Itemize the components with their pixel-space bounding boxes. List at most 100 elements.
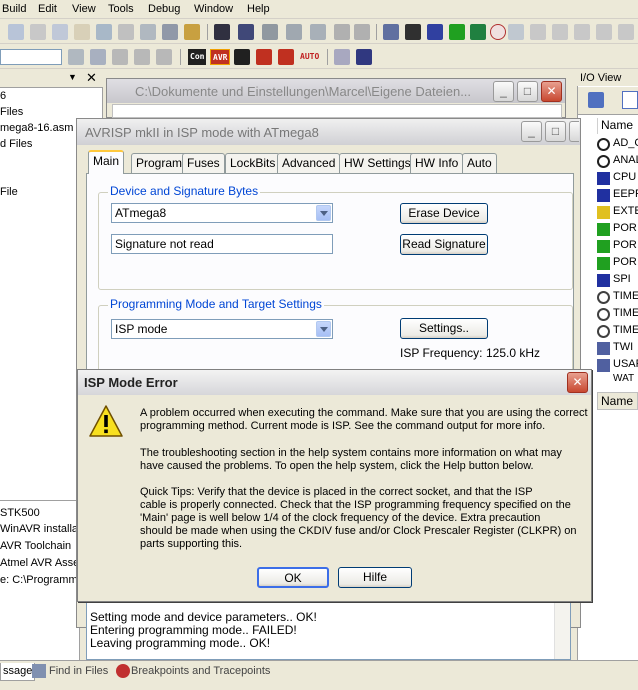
io-details-header[interactable]: Name [597, 392, 638, 410]
tab-main[interactable]: Main [88, 150, 125, 174]
maximize-button[interactable]: □ [517, 81, 538, 102]
minimize-button[interactable]: _ [521, 121, 542, 142]
help-button[interactable]: Hilfe [338, 567, 412, 588]
list-item[interactable]: STK500 [0, 507, 40, 519]
close-button[interactable] [569, 121, 579, 142]
menu-debug[interactable]: Debug [148, 3, 180, 15]
io-item[interactable]: TIME [613, 324, 638, 336]
step-out-icon[interactable] [596, 24, 612, 40]
undo-icon[interactable] [8, 24, 24, 40]
run-icon[interactable] [508, 24, 524, 40]
minimize-button[interactable]: _ [493, 81, 514, 102]
list-item[interactable]: AVR Toolchain [0, 540, 71, 552]
io-column-header[interactable]: Name [597, 118, 638, 134]
step-icon[interactable] [552, 24, 568, 40]
break-icon[interactable] [530, 24, 546, 40]
bookmark-clear-icon[interactable] [310, 24, 326, 40]
io-item[interactable]: POR [613, 222, 637, 234]
stop-icon[interactable] [490, 24, 506, 40]
bookmark-icon[interactable] [238, 24, 254, 40]
io-item[interactable]: EEPR [613, 188, 638, 200]
io-item[interactable]: TIME [613, 290, 638, 302]
tree-item[interactable]: Files [0, 106, 23, 118]
tree-item[interactable]: File [0, 186, 18, 198]
binoculars-icon[interactable] [214, 24, 230, 40]
io-item[interactable]: TIME [613, 307, 638, 319]
tab-auto[interactable]: Auto [462, 153, 497, 173]
io-view-mode-icon[interactable] [622, 91, 638, 109]
folder-icon[interactable] [184, 24, 200, 40]
tab-breakpoints[interactable]: Breakpoints and Tracepoints [131, 665, 271, 677]
green-probe-icon[interactable] [449, 24, 465, 40]
close-icon[interactable]: ✕ [86, 70, 97, 86]
io-item[interactable]: USAR [613, 358, 638, 370]
io-item[interactable]: ANAL [613, 154, 638, 166]
list-item[interactable]: Atmel AVR Asse [0, 557, 79, 569]
tree-item[interactable]: mega8-16.asm [0, 122, 73, 134]
build-icon[interactable] [140, 24, 156, 40]
tab-program[interactable]: Program [131, 153, 188, 173]
tree-item[interactable]: 6 [0, 90, 6, 102]
oscilloscope-icon[interactable] [470, 24, 486, 40]
read-signature-button[interactable]: Read Signature [400, 234, 488, 255]
paste-icon[interactable] [74, 24, 90, 40]
battery-icon[interactable] [427, 24, 443, 40]
tab-hw-settings[interactable]: HW Settings [339, 153, 416, 173]
io-item[interactable]: SPI [613, 273, 631, 285]
menu-view[interactable]: View [72, 3, 96, 15]
chevron-down-icon[interactable]: ▼ [68, 72, 77, 82]
chevron-down-icon[interactable] [316, 321, 331, 337]
erase-device-button[interactable]: Erase Device [400, 203, 488, 224]
tools-icon[interactable] [405, 24, 421, 40]
mode-select[interactable]: ISP mode [111, 319, 333, 339]
signature-field[interactable]: Signature not read [111, 234, 333, 254]
menu-edit[interactable]: Edit [38, 3, 57, 15]
chip-icon[interactable] [383, 24, 399, 40]
download-icon[interactable] [356, 49, 372, 65]
menu-build[interactable]: Build [2, 3, 26, 15]
outdent-icon[interactable] [354, 24, 370, 40]
tab-advanced[interactable]: Advanced [277, 153, 341, 173]
device-select[interactable]: ATmega8 [111, 203, 333, 223]
con-button[interactable]: Con [188, 49, 207, 65]
io-item[interactable]: EXTE [613, 205, 638, 217]
tab-lockbits[interactable]: LockBits [225, 153, 281, 173]
io-item[interactable]: CPU [613, 171, 636, 183]
redo-icon[interactable] [118, 24, 134, 40]
io-item[interactable]: POR [613, 256, 637, 268]
step-over-icon[interactable] [574, 24, 590, 40]
print-icon[interactable] [96, 24, 112, 40]
menu-help[interactable]: Help [247, 3, 270, 15]
target-combo[interactable] [0, 49, 62, 65]
copy-icon[interactable] [52, 24, 68, 40]
auto-button[interactable]: AUTO [298, 49, 321, 65]
step-down-icon[interactable] [134, 49, 150, 65]
io-item[interactable]: POR [613, 239, 637, 251]
bookmark-prev-icon[interactable] [286, 24, 302, 40]
output-scrollbar[interactable] [554, 601, 570, 659]
windows-icon[interactable] [162, 24, 178, 40]
io-item[interactable]: AD_C [613, 137, 638, 149]
connect-icon[interactable] [278, 49, 294, 65]
ok-button[interactable]: OK [257, 567, 329, 588]
menu-window[interactable]: Window [194, 3, 233, 15]
reset-icon[interactable] [618, 24, 634, 40]
close-button[interactable]: ✕ [567, 372, 588, 393]
tab-fuses[interactable]: Fuses [182, 153, 225, 173]
memory-icon[interactable] [334, 49, 350, 65]
io-item[interactable]: TWI [613, 341, 633, 353]
indent-icon[interactable] [334, 24, 350, 40]
tab-hw-info[interactable]: HW Info [410, 153, 464, 173]
cut-icon[interactable] [30, 24, 46, 40]
chip-programmer-icon[interactable] [234, 49, 250, 65]
step-into-icon[interactable] [112, 49, 128, 65]
red-probe-icon[interactable] [256, 49, 272, 65]
editor-content[interactable] [112, 104, 562, 118]
bookmark-next-icon[interactable] [262, 24, 278, 40]
menu-tools[interactable]: Tools [108, 3, 134, 15]
settings-button[interactable]: Settings.. [400, 318, 488, 339]
list-item[interactable]: e: C:\Programme [0, 574, 84, 586]
io-filter-icon[interactable] [588, 92, 604, 108]
tree-item[interactable]: d Files [0, 138, 32, 150]
tab-message[interactable]: ssage [0, 663, 36, 681]
